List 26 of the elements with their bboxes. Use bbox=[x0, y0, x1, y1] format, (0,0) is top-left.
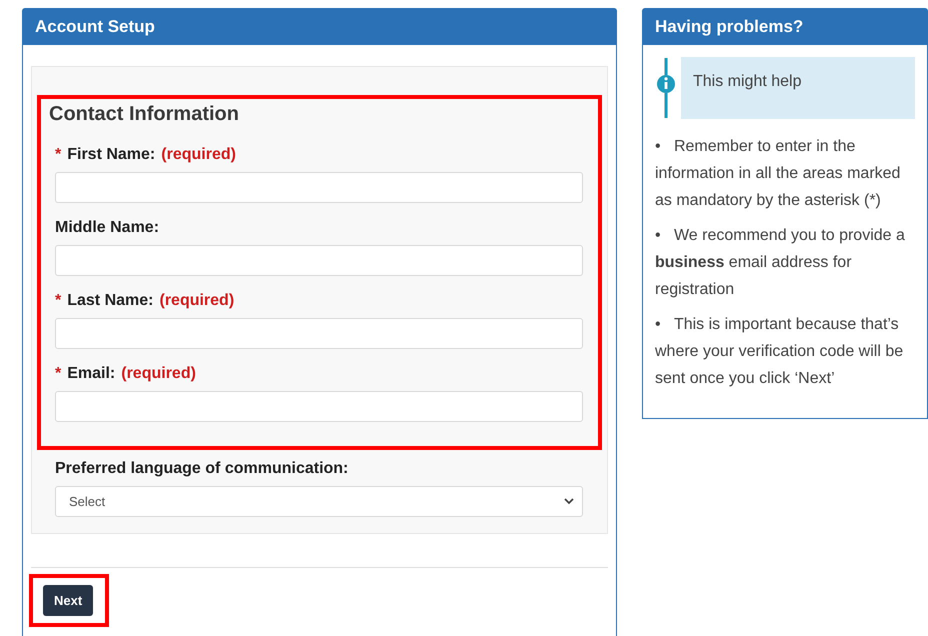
language-select[interactable]: Select bbox=[55, 486, 583, 517]
tip-text: • We recommend you to provide a business email address for registration bbox=[655, 226, 906, 300]
text-field[interactable] bbox=[55, 245, 583, 276]
required-note: (required) bbox=[121, 365, 196, 383]
text-field[interactable] bbox=[55, 172, 583, 203]
field-label: Email: bbox=[67, 365, 116, 383]
field-label: Middle Name: bbox=[55, 219, 160, 237]
field-label: Last Name: bbox=[67, 292, 154, 310]
tip-text: • Remember to enter in the information in all the areas marked as mandatory by the asterisk (*) bbox=[655, 137, 902, 211]
panel-title: Account Setup bbox=[23, 9, 616, 45]
callout-text: This might help bbox=[681, 57, 915, 119]
tip-text: • This is important because that’s where your verification code will be sent once you click ‘Next’ bbox=[655, 315, 904, 389]
info-icon bbox=[655, 58, 677, 118]
required-asterisk: * bbox=[55, 146, 62, 164]
required-asterisk: * bbox=[55, 292, 62, 310]
field-label: First Name: bbox=[67, 146, 156, 164]
chevron-down-icon bbox=[564, 498, 574, 505]
field-label: Preferred language of communication: bbox=[55, 460, 348, 478]
next-button[interactable]: Next bbox=[43, 585, 94, 616]
panel-title: Having problems? bbox=[643, 9, 927, 45]
required-note: (required) bbox=[159, 292, 234, 310]
section-heading: Contact Information bbox=[49, 103, 240, 126]
text-field[interactable] bbox=[55, 318, 583, 349]
text-field[interactable] bbox=[55, 391, 583, 422]
required-asterisk: * bbox=[55, 365, 62, 383]
required-note: (required) bbox=[161, 146, 236, 164]
